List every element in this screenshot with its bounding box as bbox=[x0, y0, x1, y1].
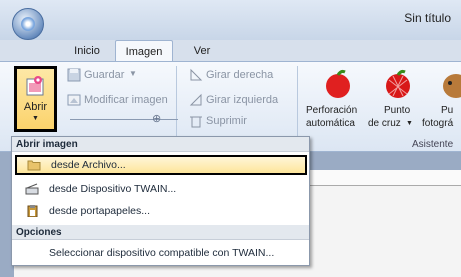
title-bar: Sin título bbox=[0, 0, 461, 40]
tab-ver[interactable]: Ver bbox=[180, 40, 224, 62]
window-title: Sin título bbox=[404, 11, 451, 25]
folder-icon bbox=[27, 160, 41, 171]
ribbon-separator bbox=[297, 66, 298, 146]
application-orb-button[interactable] bbox=[12, 8, 44, 40]
menu-item-label: desde portapapeles... bbox=[49, 205, 150, 217]
menu-item-seleccionar-dispositivo-twain[interactable]: Seleccionar dispositivo compatible con T… bbox=[12, 243, 309, 263]
scanner-icon bbox=[25, 183, 39, 195]
ribbon-separator bbox=[176, 66, 177, 146]
rotate-right-icon bbox=[190, 68, 203, 81]
menu-item-label: desde Archivo... bbox=[51, 159, 126, 171]
orb-icon bbox=[21, 17, 35, 31]
dropdown-arrow-icon: ▼ bbox=[32, 115, 39, 122]
abrir-dropdown-menu: Abrir imagen desde Archivo... desde Disp… bbox=[11, 136, 310, 266]
menu-item-desde-archivo[interactable]: desde Archivo... bbox=[15, 155, 307, 175]
dog-photo-icon bbox=[443, 74, 461, 98]
zoom-slider-track[interactable] bbox=[70, 119, 178, 120]
modificar-imagen-button[interactable]: Modificar imagen bbox=[84, 94, 168, 106]
pu-label: Pu bbox=[441, 105, 454, 116]
guardar-button[interactable]: Guardar bbox=[84, 69, 124, 81]
tab-imagen[interactable]: Imagen bbox=[115, 40, 173, 62]
edit-image-icon bbox=[67, 94, 81, 106]
abrir-button[interactable]: Abrir ▼ bbox=[14, 66, 57, 132]
open-image-icon bbox=[26, 76, 44, 96]
group-asistente-label: Asistente bbox=[412, 139, 454, 150]
trash-icon bbox=[190, 116, 202, 128]
clipboard-icon bbox=[27, 205, 38, 217]
application-window: Sin título Inicio Imagen Ver Abrir ▼ Gua… bbox=[0, 0, 461, 277]
zoom-in-icon[interactable]: ⊕ bbox=[152, 112, 161, 125]
menu-item-label: desde Dispositivo TWAIN... bbox=[49, 183, 177, 195]
punto-de-cruz-button[interactable] bbox=[366, 66, 416, 132]
suprimir-button[interactable]: Suprimir bbox=[206, 115, 247, 127]
girar-izquierda-button[interactable]: Girar izquierda bbox=[206, 94, 278, 106]
menu-header-abrir-imagen: Abrir imagen bbox=[12, 137, 309, 152]
perforacion-automatica-button[interactable] bbox=[304, 66, 364, 132]
abrir-label: Abrir bbox=[23, 101, 48, 113]
dropdown-arrow-icon: ▼ bbox=[129, 69, 137, 78]
menu-header-opciones: Opciones bbox=[12, 225, 309, 240]
save-icon bbox=[67, 68, 81, 82]
menu-item-desde-dispositivo-twain[interactable]: desde Dispositivo TWAIN... bbox=[12, 179, 309, 199]
girar-derecha-button[interactable]: Girar derecha bbox=[206, 69, 273, 81]
fotografico-label: fotográ bbox=[422, 118, 454, 129]
menu-item-label: Seleccionar dispositivo compatible con T… bbox=[49, 247, 275, 259]
tab-inicio[interactable]: Inicio bbox=[62, 40, 112, 62]
rotate-left-icon bbox=[189, 93, 202, 106]
menu-item-desde-portapapeles[interactable]: desde portapapeles... bbox=[12, 201, 309, 221]
